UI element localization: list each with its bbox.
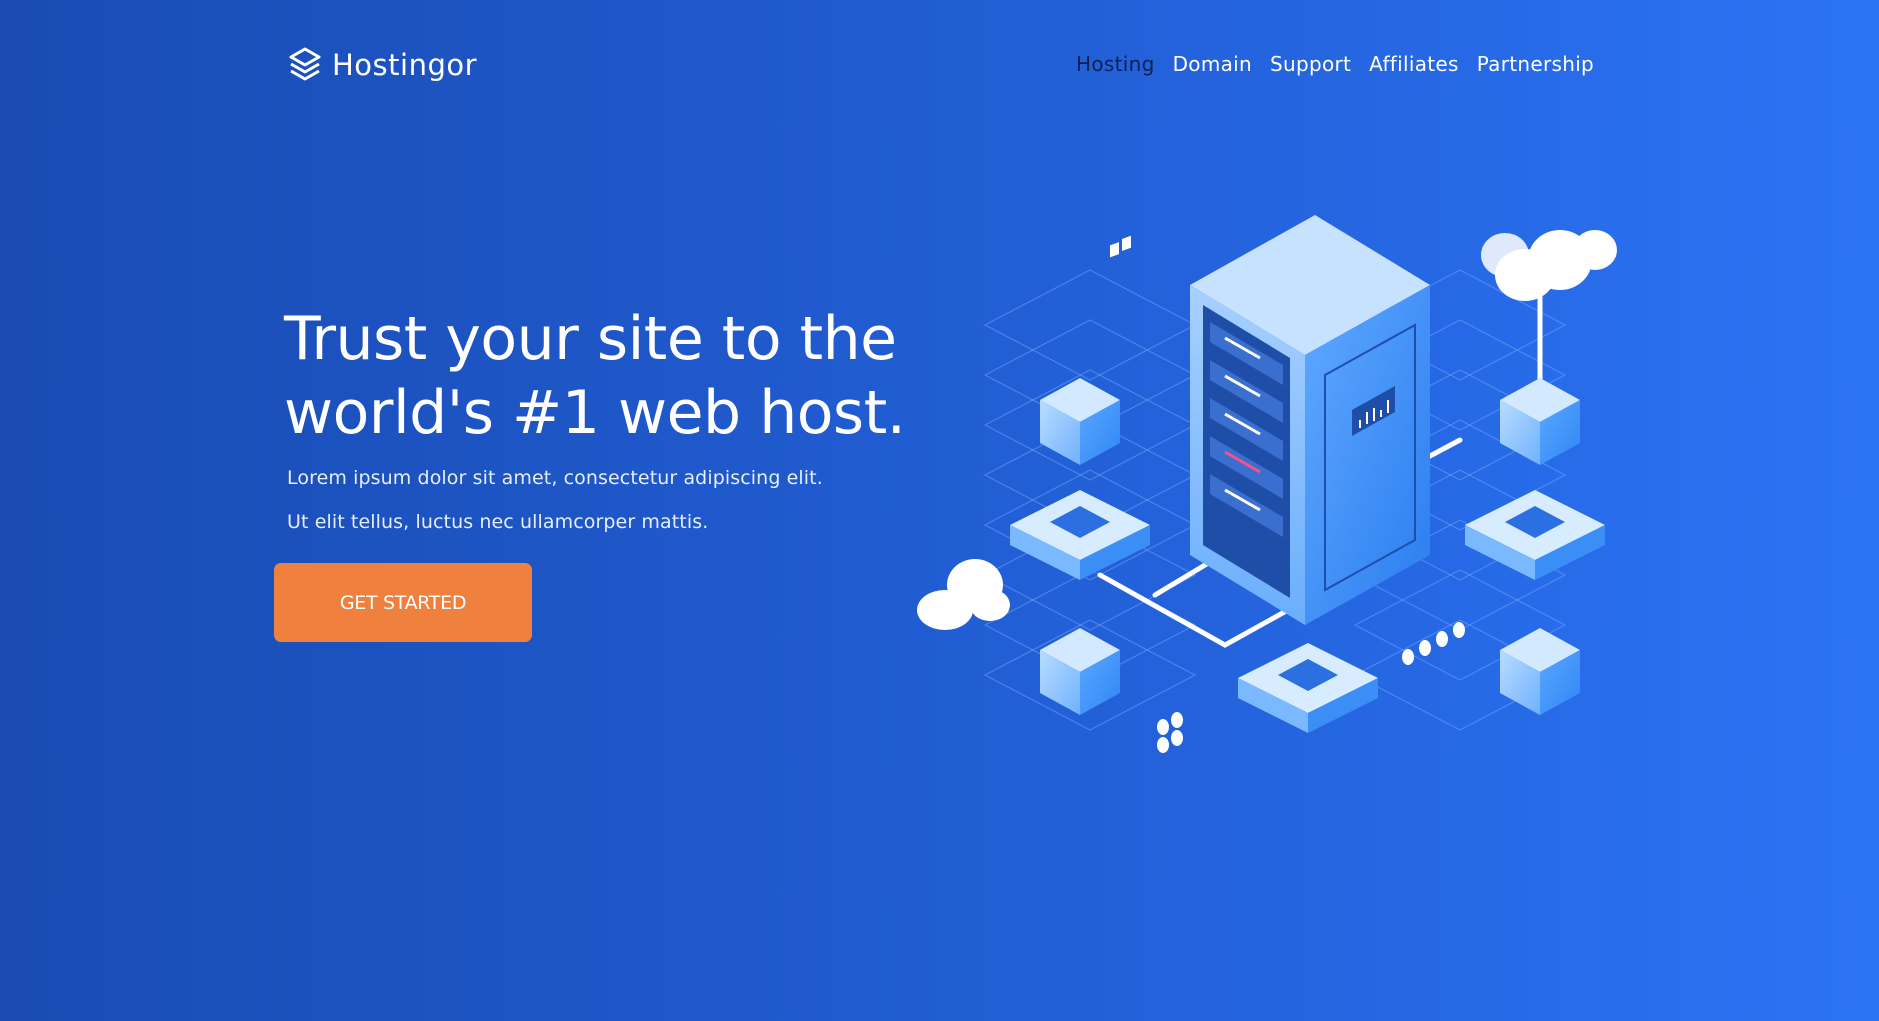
nav-item-hosting[interactable]: Hosting [1076,52,1155,76]
hero-subtitle-line-1: Lorem ipsum dolor sit amet, consectetur … [287,467,823,489]
nav-item-support[interactable]: Support [1270,52,1351,76]
cloud-icon-left [917,559,1010,630]
server-rack [1190,215,1430,625]
main-nav: Hosting Domain Support Affiliates Partne… [1076,52,1594,76]
cube-top-right [1500,378,1580,465]
nav-item-affiliates[interactable]: Affiliates [1369,52,1459,76]
nav-item-domain[interactable]: Domain [1173,52,1252,76]
nav-item-partnership[interactable]: Partnership [1477,52,1594,76]
server-network-illustration [917,215,1617,753]
cube-bottom-right [1500,628,1580,715]
router-left [1010,490,1150,580]
cube-top-left [1040,378,1120,465]
site-header: Hostingor Hosting Domain Support Affilia… [0,0,1879,130]
brand-name: Hostingor [332,48,478,82]
brand-logo[interactable]: Hostingor [288,46,477,84]
cube-bottom-left [1040,628,1120,715]
cloud-icon-right [1481,230,1617,301]
layers-logo-icon [289,47,321,81]
hero-title: Trust your site to the world's #1 web ho… [284,304,906,448]
get-started-button[interactable]: GET STARTED [274,563,532,642]
hero-subtitle-line-2: Ut elit tellus, luctus nec ullamcorper m… [287,511,709,533]
router-bottom [1238,643,1378,733]
